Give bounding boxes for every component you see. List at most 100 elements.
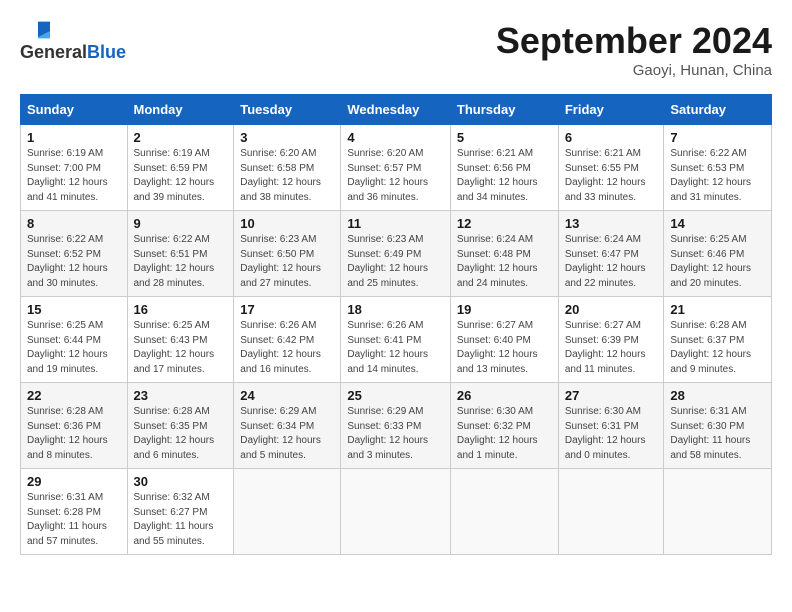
day-number: 12 [457,216,552,231]
calendar-day-cell: 9 Sunrise: 6:22 AMSunset: 6:51 PMDayligh… [127,211,234,297]
day-info: Sunrise: 6:25 AMSunset: 6:44 PMDaylight:… [27,319,121,377]
day-number: 29 [27,474,121,489]
day-number: 19 [457,302,552,317]
day-info: Sunrise: 6:25 AMSunset: 6:46 PMDaylight:… [670,233,765,291]
location-subtitle: Gaoyi, Hunan, China [496,62,772,79]
day-info: Sunrise: 6:19 AMSunset: 7:00 PMDaylight:… [27,147,121,205]
calendar-day-cell: 5 Sunrise: 6:21 AMSunset: 6:56 PMDayligh… [450,125,558,211]
calendar-day-cell: 21 Sunrise: 6:28 AMSunset: 6:37 PMDaylig… [664,297,772,383]
calendar-day-cell: 29 Sunrise: 6:31 AMSunset: 6:28 PMDaylig… [21,469,128,555]
weekday-header: Thursday [450,95,558,125]
page-header: GeneralBlue September 2024 Gaoyi, Hunan,… [20,20,772,79]
day-info: Sunrise: 6:26 AMSunset: 6:41 PMDaylight:… [347,319,444,377]
day-info: Sunrise: 6:31 AMSunset: 6:30 PMDaylight:… [670,405,765,463]
day-number: 28 [670,388,765,403]
day-number: 10 [240,216,334,231]
day-number: 24 [240,388,334,403]
weekday-header-row: SundayMondayTuesdayWednesdayThursdayFrid… [21,95,772,125]
day-info: Sunrise: 6:24 AMSunset: 6:48 PMDaylight:… [457,233,552,291]
day-number: 15 [27,302,121,317]
day-number: 13 [565,216,658,231]
calendar-day-cell: 26 Sunrise: 6:30 AMSunset: 6:32 PMDaylig… [450,383,558,469]
weekday-header: Monday [127,95,234,125]
day-number: 2 [134,130,228,145]
calendar-day-cell [558,469,664,555]
day-info: Sunrise: 6:20 AMSunset: 6:57 PMDaylight:… [347,147,444,205]
day-info: Sunrise: 6:24 AMSunset: 6:47 PMDaylight:… [565,233,658,291]
calendar-day-cell: 27 Sunrise: 6:30 AMSunset: 6:31 PMDaylig… [558,383,664,469]
calendar-day-cell: 3 Sunrise: 6:20 AMSunset: 6:58 PMDayligh… [234,125,341,211]
calendar-week-row: 15 Sunrise: 6:25 AMSunset: 6:44 PMDaylig… [21,297,772,383]
calendar-day-cell: 4 Sunrise: 6:20 AMSunset: 6:57 PMDayligh… [341,125,451,211]
day-number: 14 [670,216,765,231]
calendar-day-cell [664,469,772,555]
weekday-header: Saturday [664,95,772,125]
day-number: 11 [347,216,444,231]
month-title: September 2024 [496,20,772,62]
day-info: Sunrise: 6:28 AMSunset: 6:37 PMDaylight:… [670,319,765,377]
calendar-day-cell: 17 Sunrise: 6:26 AMSunset: 6:42 PMDaylig… [234,297,341,383]
day-info: Sunrise: 6:22 AMSunset: 6:52 PMDaylight:… [27,233,121,291]
day-info: Sunrise: 6:29 AMSunset: 6:34 PMDaylight:… [240,405,334,463]
calendar-day-cell: 7 Sunrise: 6:22 AMSunset: 6:53 PMDayligh… [664,125,772,211]
calendar-day-cell: 16 Sunrise: 6:25 AMSunset: 6:43 PMDaylig… [127,297,234,383]
calendar-week-row: 22 Sunrise: 6:28 AMSunset: 6:36 PMDaylig… [21,383,772,469]
calendar-day-cell: 15 Sunrise: 6:25 AMSunset: 6:44 PMDaylig… [21,297,128,383]
day-info: Sunrise: 6:30 AMSunset: 6:32 PMDaylight:… [457,405,552,463]
calendar-day-cell: 11 Sunrise: 6:23 AMSunset: 6:49 PMDaylig… [341,211,451,297]
day-info: Sunrise: 6:27 AMSunset: 6:39 PMDaylight:… [565,319,658,377]
day-info: Sunrise: 6:26 AMSunset: 6:42 PMDaylight:… [240,319,334,377]
day-number: 8 [27,216,121,231]
weekday-header: Wednesday [341,95,451,125]
logo: GeneralBlue [20,20,126,63]
calendar-day-cell: 13 Sunrise: 6:24 AMSunset: 6:47 PMDaylig… [558,211,664,297]
logo-text: GeneralBlue [20,42,126,63]
day-number: 23 [134,388,228,403]
calendar-week-row: 29 Sunrise: 6:31 AMSunset: 6:28 PMDaylig… [21,469,772,555]
weekday-header: Sunday [21,95,128,125]
day-info: Sunrise: 6:27 AMSunset: 6:40 PMDaylight:… [457,319,552,377]
calendar-day-cell: 28 Sunrise: 6:31 AMSunset: 6:30 PMDaylig… [664,383,772,469]
day-info: Sunrise: 6:25 AMSunset: 6:43 PMDaylight:… [134,319,228,377]
day-number: 3 [240,130,334,145]
day-info: Sunrise: 6:31 AMSunset: 6:28 PMDaylight:… [27,491,121,549]
day-number: 22 [27,388,121,403]
day-info: Sunrise: 6:23 AMSunset: 6:50 PMDaylight:… [240,233,334,291]
weekday-header: Tuesday [234,95,341,125]
day-info: Sunrise: 6:19 AMSunset: 6:59 PMDaylight:… [134,147,228,205]
title-block: September 2024 Gaoyi, Hunan, China [496,20,772,79]
calendar-day-cell: 25 Sunrise: 6:29 AMSunset: 6:33 PMDaylig… [341,383,451,469]
calendar-day-cell: 22 Sunrise: 6:28 AMSunset: 6:36 PMDaylig… [21,383,128,469]
weekday-header: Friday [558,95,664,125]
calendar-day-cell: 6 Sunrise: 6:21 AMSunset: 6:55 PMDayligh… [558,125,664,211]
calendar-day-cell: 1 Sunrise: 6:19 AMSunset: 7:00 PMDayligh… [21,125,128,211]
calendar-day-cell [450,469,558,555]
day-info: Sunrise: 6:28 AMSunset: 6:35 PMDaylight:… [134,405,228,463]
day-info: Sunrise: 6:30 AMSunset: 6:31 PMDaylight:… [565,405,658,463]
day-number: 30 [134,474,228,489]
calendar-day-cell: 8 Sunrise: 6:22 AMSunset: 6:52 PMDayligh… [21,211,128,297]
day-number: 9 [134,216,228,231]
day-info: Sunrise: 6:22 AMSunset: 6:53 PMDaylight:… [670,147,765,205]
day-info: Sunrise: 6:21 AMSunset: 6:56 PMDaylight:… [457,147,552,205]
day-info: Sunrise: 6:23 AMSunset: 6:49 PMDaylight:… [347,233,444,291]
day-number: 25 [347,388,444,403]
day-info: Sunrise: 6:29 AMSunset: 6:33 PMDaylight:… [347,405,444,463]
day-number: 20 [565,302,658,317]
calendar-table: SundayMondayTuesdayWednesdayThursdayFrid… [20,94,772,555]
calendar-day-cell: 14 Sunrise: 6:25 AMSunset: 6:46 PMDaylig… [664,211,772,297]
day-number: 26 [457,388,552,403]
day-info: Sunrise: 6:28 AMSunset: 6:36 PMDaylight:… [27,405,121,463]
day-number: 21 [670,302,765,317]
calendar-day-cell: 19 Sunrise: 6:27 AMSunset: 6:40 PMDaylig… [450,297,558,383]
calendar-week-row: 8 Sunrise: 6:22 AMSunset: 6:52 PMDayligh… [21,211,772,297]
calendar-day-cell [234,469,341,555]
day-info: Sunrise: 6:32 AMSunset: 6:27 PMDaylight:… [134,491,228,549]
day-number: 18 [347,302,444,317]
day-number: 16 [134,302,228,317]
day-number: 6 [565,130,658,145]
calendar-day-cell [341,469,451,555]
day-info: Sunrise: 6:20 AMSunset: 6:58 PMDaylight:… [240,147,334,205]
day-number: 1 [27,130,121,145]
day-number: 5 [457,130,552,145]
